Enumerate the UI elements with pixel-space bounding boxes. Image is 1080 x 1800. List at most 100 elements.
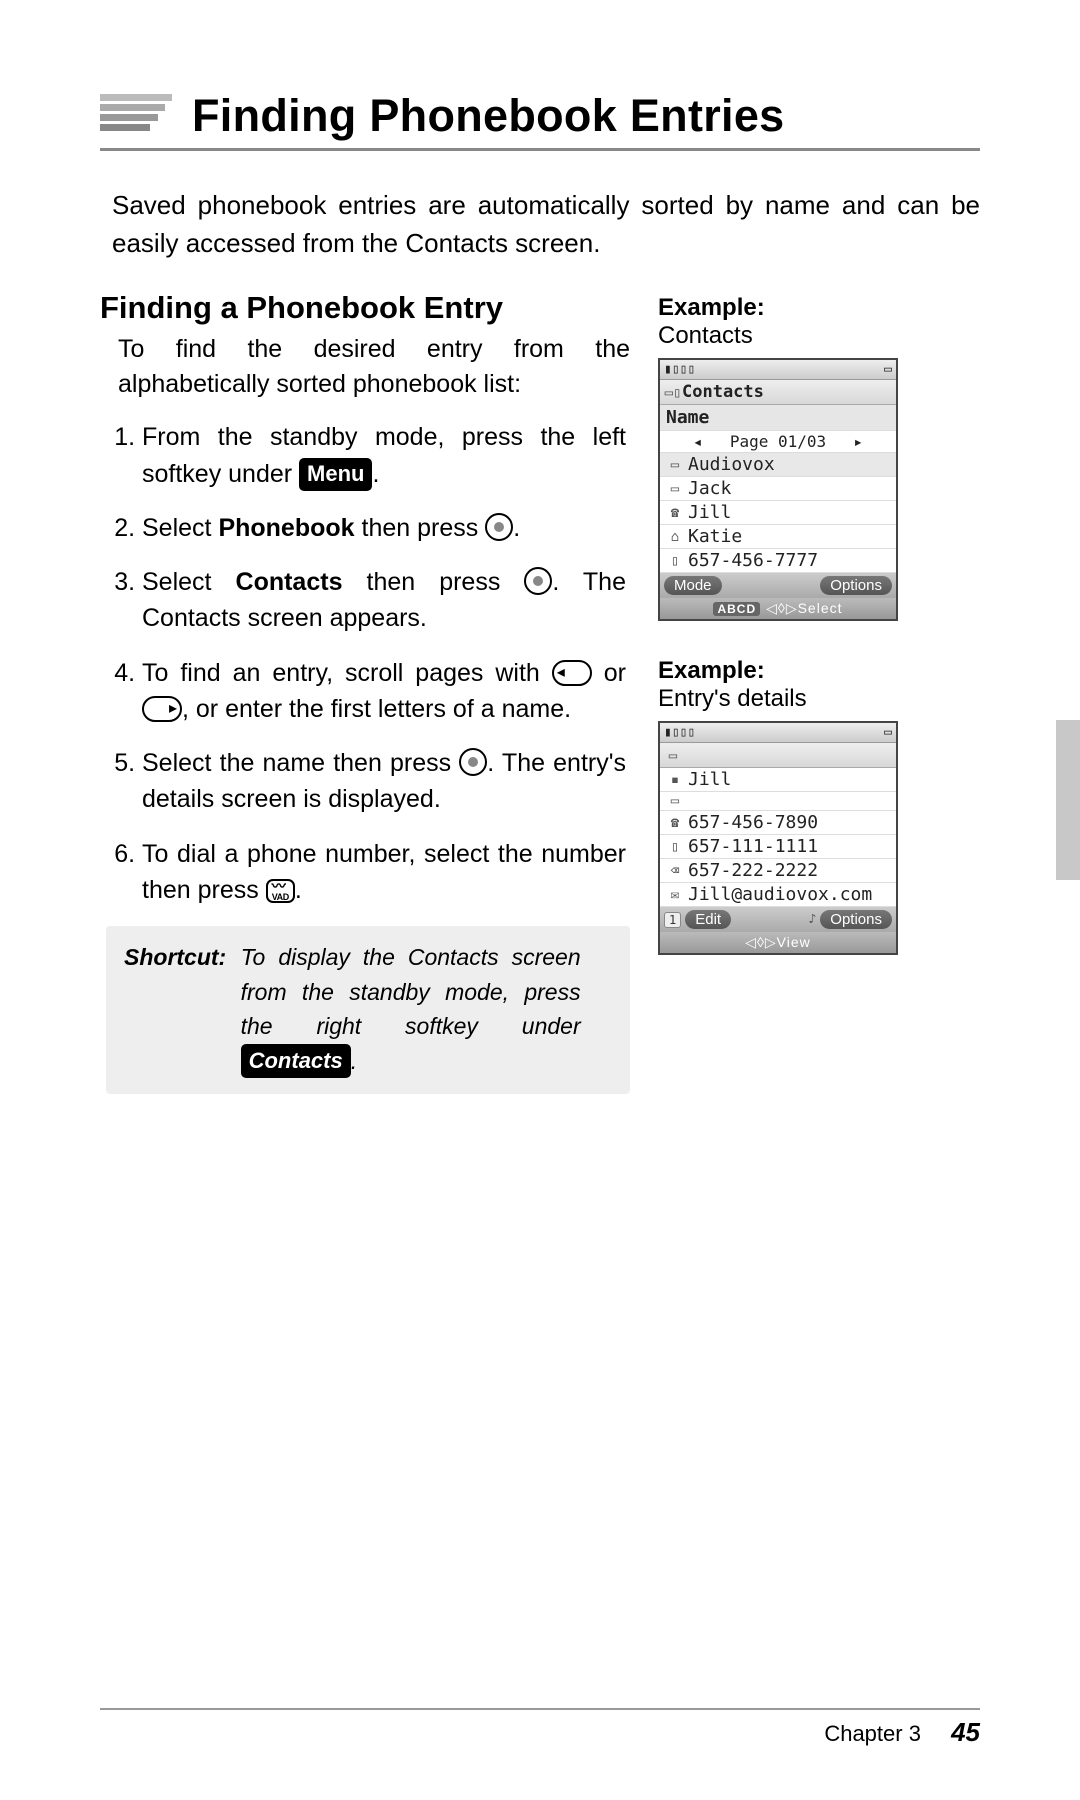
options-softkey: Options — [820, 910, 892, 929]
signal-icon: ▮▯▯▯ — [664, 362, 695, 377]
detail-text: 657-222-2222 — [688, 860, 818, 881]
home-icon: ⌂ — [666, 529, 684, 545]
contacts-screen-mock: ▮▯▯▯ ▭ ▭▯Contacts Name ◂ Page 01/03 ▸ ▭A… — [658, 358, 898, 621]
nav-center-label: View — [777, 934, 811, 950]
step-2-text-c: . — [513, 514, 520, 542]
stripe-icon — [100, 94, 172, 138]
list-item-text: Jack — [688, 478, 731, 499]
nav-arrows-icon: ◁◊▷ — [745, 934, 776, 950]
contacts-keycap: Contacts — [241, 1044, 351, 1078]
page-right-icon: ▸ — [853, 432, 863, 451]
details-screen-mock: ▮▯▯▯ ▭ ▭ ▪Jill ▭ ☎657-456-7890 ▯657-111-… — [658, 721, 898, 955]
page-num-icon: 1 — [664, 912, 681, 928]
ok-icon — [485, 513, 513, 541]
detail-text: 657-111-1111 — [688, 836, 818, 857]
screen-title-blank: ▭ — [660, 743, 896, 768]
screen-title: ▭▯Contacts — [660, 380, 896, 405]
page-header: Finding Phonebook Entries — [100, 90, 980, 142]
steps-list: From the standby mode, press the left so… — [142, 419, 630, 908]
step-1-text-a: From the standby mode, press the left so… — [142, 423, 626, 487]
softkey-bar: Mode Options — [660, 573, 896, 598]
nav-hint-bar: ◁◊▷View — [660, 932, 896, 953]
softkey-bar: 1 Edit ♪ Options — [660, 907, 896, 932]
list-item: ▭Audiovox — [660, 453, 896, 477]
list-item-text: Audiovox — [688, 454, 775, 475]
nav-hint-bar: ABCD ◁◊▷Select — [660, 598, 896, 619]
shortcut-label: Shortcut: — [124, 944, 226, 970]
abc-indicator: ABCD — [713, 602, 760, 616]
battery-icon: ▭ — [884, 362, 892, 377]
step-4-text-c: , or enter the first letters of a name. — [182, 695, 571, 723]
shortcut-body: To display the Contacts screen from the … — [241, 940, 581, 1078]
left-arrow-icon — [552, 660, 592, 686]
book-icon: ▭▯ — [664, 385, 682, 401]
mail-icon: ✉ — [666, 887, 684, 903]
page-text: Page 01/03 — [730, 432, 826, 451]
note-icon: ♪ — [808, 912, 816, 927]
page-number: 45 — [951, 1717, 980, 1747]
right-arrow-icon — [142, 696, 182, 722]
nav-center-label: Select — [798, 600, 843, 616]
list-item: ▯657-456-7777 — [660, 549, 896, 573]
step-6-text-b: . — [295, 876, 302, 904]
shortcut-box: Shortcut: To display the Contacts screen… — [106, 926, 630, 1094]
page-title: Finding Phonebook Entries — [192, 90, 785, 142]
entry-name-row: ▪Jill — [660, 768, 896, 792]
step-2-text-a: Select — [142, 514, 218, 542]
menu-keycap: Menu — [299, 458, 372, 491]
step-6: To dial a phone number, select the numbe… — [142, 836, 630, 909]
detail-row: ☎657-456-7890 — [660, 811, 896, 835]
example1-label: Example: — [658, 294, 913, 322]
person-icon: ▪ — [666, 772, 684, 788]
step-4-text-a: To find an entry, scroll pages with — [142, 659, 552, 687]
book-icon: ▭ — [666, 481, 684, 497]
mobile-icon: ▯ — [666, 553, 684, 569]
step-3: Select Contacts then press . The Contact… — [142, 564, 630, 637]
step-2-bold: Phonebook — [218, 514, 354, 542]
example1-caption: Contacts — [658, 322, 913, 350]
edit-softkey: Edit — [685, 910, 731, 929]
mobile-icon: ▯ — [666, 839, 684, 855]
section-heading: Finding a Phonebook Entry — [100, 290, 630, 326]
detail-row: ✉Jill@audiovox.com — [660, 883, 896, 907]
book-icon: ▭ — [664, 748, 682, 764]
phone-icon: ☎ — [666, 505, 684, 521]
phone-icon: ☎ — [666, 815, 684, 831]
detail-text: Jill@audiovox.com — [688, 884, 872, 905]
step-1-text-b: . — [372, 460, 379, 488]
detail-row: ▯657-111-1111 — [660, 835, 896, 859]
page-left-icon: ◂ — [693, 432, 703, 451]
detail-text: 657-456-7890 — [688, 812, 818, 833]
step-2-text-b: then press — [355, 514, 486, 542]
list-item-text: Katie — [688, 526, 742, 547]
step-2: Select Phonebook then press . — [142, 510, 630, 546]
footer-rule — [100, 1708, 980, 1710]
header-rule — [100, 148, 980, 151]
step-6-text-a: To dial a phone number, select the numbe… — [142, 840, 626, 904]
blank-row: ▭ — [660, 792, 896, 811]
side-tab — [1056, 720, 1080, 880]
screen-title-text: Contacts — [682, 382, 764, 402]
list-item-text: Jill — [688, 502, 731, 523]
nav-arrows-icon: ◁◊▷ — [766, 600, 797, 616]
shortcut-text-a: To display the Contacts screen from the … — [241, 944, 581, 1039]
list-item: ⌂Katie — [660, 525, 896, 549]
step-3-text-a: Select — [142, 568, 236, 596]
status-bar: ▮▯▯▯ ▭ — [660, 360, 896, 380]
battery-icon: ▭ — [884, 725, 892, 740]
ok-icon — [524, 567, 552, 595]
footer: Chapter 3 45 — [824, 1717, 980, 1748]
options-softkey: Options — [820, 576, 892, 595]
step-4-text-b: or — [592, 659, 626, 687]
mode-softkey: Mode — [664, 576, 722, 595]
example2-caption: Entry's details — [658, 685, 913, 713]
section-lead: To find the desired entry from the alpha… — [118, 332, 630, 401]
list-item: ▭Jack — [660, 477, 896, 501]
intro-text: Saved phonebook entries are automaticall… — [112, 187, 980, 262]
signal-icon: ▮▯▯▯ — [664, 725, 695, 740]
step-1: From the standby mode, press the left so… — [142, 419, 630, 492]
example2-label: Example: — [658, 657, 913, 685]
book-icon: ▭ — [666, 457, 684, 473]
shortcut-text-b: . — [351, 1048, 357, 1074]
step-3-text-b: then press — [342, 568, 524, 596]
